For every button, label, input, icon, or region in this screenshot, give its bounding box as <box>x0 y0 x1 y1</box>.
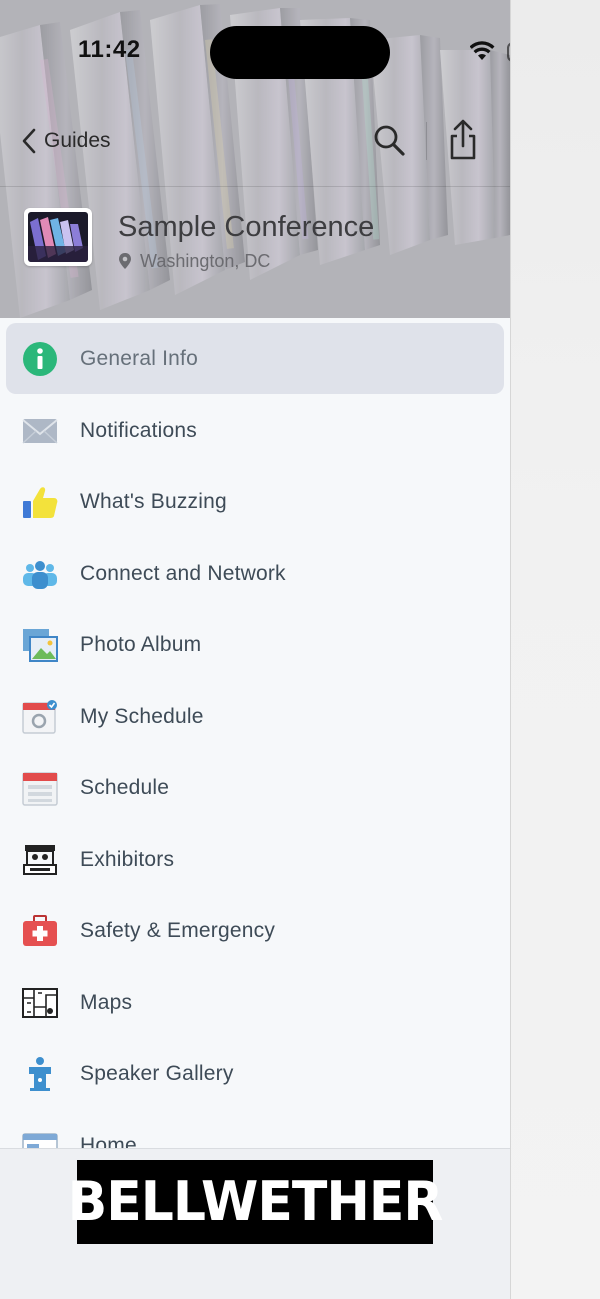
menu-item-home[interactable]: Home <box>6 1110 504 1148</box>
event-location: Washington, DC <box>118 250 270 272</box>
menu-item-exhibitors[interactable]: Exhibitors <box>6 824 504 895</box>
menu-item-label: My Schedule <box>80 704 204 728</box>
menu-item-whats-buzzing[interactable]: What's Buzzing <box>6 466 504 537</box>
menu-item-label: What's Buzzing <box>80 489 227 513</box>
podium-icon <box>21 1055 59 1093</box>
my-schedule-icon <box>21 698 59 736</box>
back-button-label: Guides <box>44 129 111 152</box>
menu-item-my-schedule[interactable]: My Schedule <box>6 681 504 752</box>
people-icon <box>21 555 59 593</box>
event-location-text: Washington, DC <box>140 250 271 271</box>
location-pin-icon <box>119 253 131 269</box>
menu-item-label: Maps <box>80 990 133 1014</box>
menu-item-label: Safety & Emergency <box>80 918 276 942</box>
event-logo[interactable] <box>24 208 92 266</box>
sponsor-banner[interactable]: BELLWETHER <box>68 1160 443 1244</box>
menu-item-label: Connect and Network <box>80 561 286 585</box>
menu-item-label: Speaker Gallery <box>80 1061 234 1085</box>
menu-item-general-info[interactable]: General Info <box>6 323 504 394</box>
envelope-icon <box>21 412 59 450</box>
dynamic-island <box>210 26 390 79</box>
menu-item-speaker-gallery[interactable]: Speaker Gallery <box>6 1038 504 1109</box>
menu-item-label: Exhibitors <box>80 847 175 871</box>
battery-icon <box>507 42 510 62</box>
menu-item-maps[interactable]: Maps <box>6 967 504 1038</box>
nav-divider <box>426 122 427 160</box>
side-drawer: 11:42 Guides Sample Conference Washingto… <box>0 0 510 1299</box>
menu-item-safety-emergency[interactable]: Safety & Emergency <box>6 895 504 966</box>
back-button[interactable]: Guides <box>22 124 111 158</box>
drawer-header: 11:42 Guides Sample Conference Washingto… <box>0 0 510 318</box>
home-icon <box>21 1127 59 1148</box>
menu-item-label: Notifications <box>80 418 197 442</box>
menu-item-label: Photo Album <box>80 632 202 656</box>
search-icon[interactable] <box>370 122 410 160</box>
first-aid-icon <box>21 912 59 950</box>
menu-item-label: General Info <box>80 346 198 370</box>
share-icon[interactable] <box>444 118 482 162</box>
header-divider <box>0 186 510 187</box>
event-thumbnail-image <box>28 212 88 262</box>
drawer-menu: General Info Notifications What's Buzzin… <box>0 318 510 1148</box>
menu-item-notifications[interactable]: Notifications <box>6 395 504 466</box>
menu-item-label: Home <box>80 1133 137 1149</box>
info-icon <box>21 340 59 378</box>
background-page-edge <box>510 0 600 1299</box>
event-title: Sample Conference <box>118 211 375 243</box>
menu-item-label: Schedule <box>80 775 170 799</box>
calendar-icon <box>21 769 59 807</box>
exhibitor-booth-icon <box>21 841 59 879</box>
status-icons <box>470 41 510 62</box>
photo-icon <box>21 626 59 664</box>
wifi-icon <box>470 41 495 60</box>
thumbs-up-icon <box>21 483 59 521</box>
footer-ad-bar: BELLWETHER <box>0 1148 510 1299</box>
status-time: 11:42 <box>78 36 141 63</box>
map-icon <box>21 984 59 1022</box>
menu-item-schedule[interactable]: Schedule <box>6 752 504 823</box>
chevron-left-icon <box>22 128 36 154</box>
menu-item-connect-and-network[interactable]: Connect and Network <box>6 538 504 609</box>
sponsor-banner-text: BELLWETHER <box>67 1170 444 1234</box>
menu-item-photo-album[interactable]: Photo Album <box>6 609 504 680</box>
